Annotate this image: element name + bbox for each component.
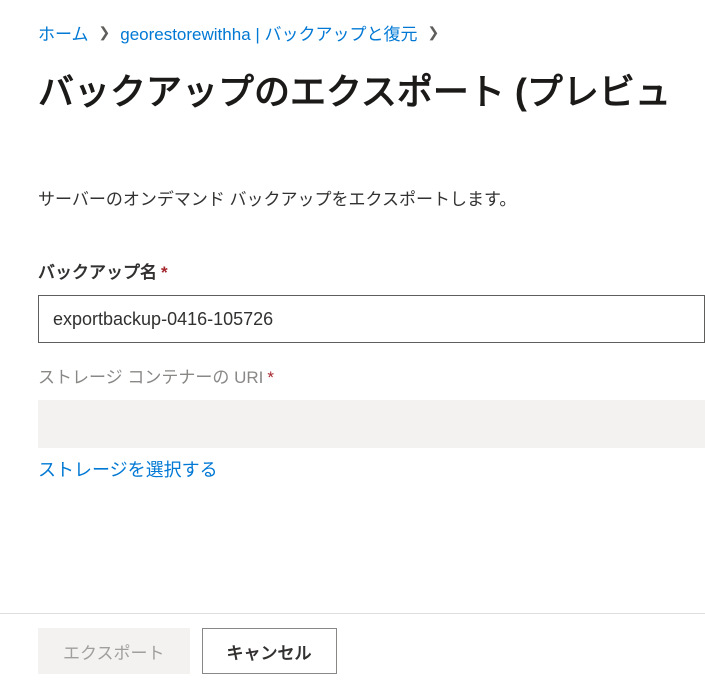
breadcrumb-server-link[interactable]: georestorewithha | バックアップと復元 [120, 20, 417, 45]
required-indicator: * [267, 368, 274, 387]
cancel-button[interactable]: キャンセル [202, 628, 337, 674]
description-text: サーバーのオンデマンド バックアップをエクスポートします。 [38, 185, 705, 210]
required-indicator: * [161, 263, 168, 282]
storage-uri-label: ストレージ コンテナーの URI* [38, 363, 274, 388]
chevron-right-icon: ❯ [428, 24, 440, 41]
breadcrumb: ホーム ❯ georestorewithha | バックアップと復元 ❯ [38, 20, 705, 45]
footer-bar: エクスポート キャンセル [0, 613, 705, 688]
backup-name-label-text: バックアップ名 [38, 263, 157, 282]
backup-name-label: バックアップ名* [38, 258, 168, 283]
select-storage-link[interactable]: ストレージを選択する [38, 456, 218, 482]
backup-name-group: バックアップ名* [38, 258, 705, 343]
breadcrumb-home-link[interactable]: ホーム [38, 20, 89, 45]
storage-uri-label-text: ストレージ コンテナーの URI [38, 368, 263, 387]
storage-uri-group: ストレージ コンテナーの URI* ストレージを選択する [38, 363, 705, 482]
page-title: バックアップのエクスポート (プレビュ [38, 63, 705, 115]
chevron-right-icon: ❯ [99, 24, 111, 41]
backup-name-input[interactable] [38, 295, 705, 343]
storage-uri-input[interactable] [38, 400, 705, 448]
export-button[interactable]: エクスポート [38, 628, 190, 674]
